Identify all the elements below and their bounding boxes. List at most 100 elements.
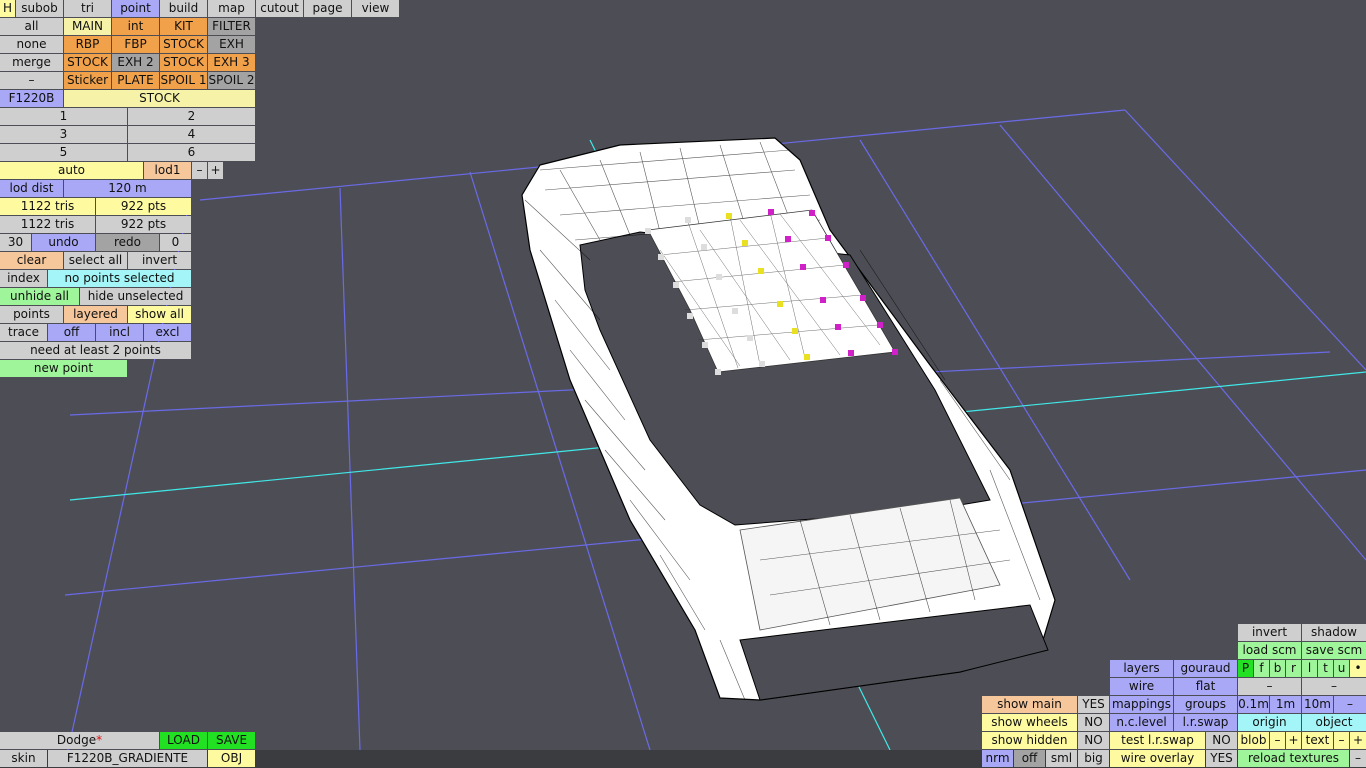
load-button[interactable]: LOAD — [160, 732, 207, 749]
vertex-point[interactable] — [792, 328, 798, 334]
part-exh-3[interactable]: EXH 3 — [208, 54, 255, 71]
part-stock-2[interactable]: STOCK — [64, 54, 111, 71]
part-stock-3[interactable]: STOCK — [160, 54, 207, 71]
vertex-point[interactable] — [759, 361, 765, 367]
vertex-point[interactable] — [835, 324, 841, 330]
vertex-point[interactable] — [777, 301, 783, 307]
part-sticker[interactable]: Sticker — [64, 72, 111, 89]
slot-5-button[interactable]: 5 — [0, 144, 127, 161]
tab-build[interactable]: build — [160, 0, 207, 17]
part-fbp[interactable]: FBP — [112, 36, 159, 53]
object-button[interactable]: object — [1302, 714, 1366, 731]
wire-overlay-button[interactable]: wire overlay — [1110, 750, 1205, 767]
text-button[interactable]: text — [1302, 732, 1333, 749]
slot-6-button[interactable]: 6 — [128, 144, 255, 161]
origin-button[interactable]: origin — [1238, 714, 1301, 731]
vertex-point[interactable] — [685, 217, 691, 223]
select-none-button[interactable]: none — [0, 36, 63, 53]
vertex-point[interactable] — [701, 244, 707, 250]
vertex-point[interactable] — [673, 282, 679, 288]
layered-button[interactable]: layered — [64, 306, 127, 323]
layers-button[interactable]: layers — [1110, 660, 1173, 677]
part-main[interactable]: MAIN — [64, 18, 111, 35]
flag-t[interactable]: t — [1318, 660, 1333, 677]
trace-off-button[interactable]: off — [48, 324, 95, 341]
part-filter[interactable]: FILTER — [208, 18, 255, 35]
show-wheels-button[interactable]: show wheels — [982, 714, 1077, 731]
vertex-point[interactable] — [820, 297, 826, 303]
vertex-point[interactable] — [825, 235, 831, 241]
dash-button-1[interactable]: – — [1238, 678, 1301, 695]
select-all-button[interactable]: all — [0, 18, 63, 35]
vertex-point[interactable] — [726, 213, 732, 219]
skin-value[interactable]: F1220B_GRADIENTE — [48, 750, 207, 767]
flag-f[interactable]: f — [1254, 660, 1269, 677]
dash-button[interactable]: – — [0, 72, 63, 89]
vertex-point[interactable] — [645, 228, 651, 234]
clear-button[interactable]: clear — [0, 252, 63, 269]
part-spoil-2[interactable]: SPOIL 2 — [208, 72, 255, 89]
vertex-point[interactable] — [715, 369, 721, 375]
vertex-point[interactable] — [860, 295, 866, 301]
part-exh-2[interactable]: EXH 2 — [112, 54, 159, 71]
load-scm-button[interactable]: load scm — [1238, 642, 1301, 659]
trace-excl-button[interactable]: excl — [144, 324, 191, 341]
slot-3-button[interactable]: 3 — [0, 126, 127, 143]
view-big-button[interactable]: big — [1078, 750, 1109, 767]
text-plus-button[interactable]: + — [1350, 732, 1366, 749]
vertex-point[interactable] — [804, 354, 810, 360]
gouraud-button[interactable]: gouraud — [1174, 660, 1237, 677]
save-scm-button[interactable]: save scm — [1302, 642, 1366, 659]
test-lr-swap-value[interactable]: NO — [1206, 732, 1237, 749]
slot-2-button[interactable]: 2 — [128, 108, 255, 125]
blob-plus-button[interactable]: + — [1286, 732, 1301, 749]
part-plate[interactable]: PLATE — [112, 72, 159, 89]
flat-button[interactable]: flat — [1174, 678, 1237, 695]
dash-button-2[interactable]: – — [1302, 678, 1366, 695]
mappings-button[interactable]: mappings — [1110, 696, 1173, 713]
lod-dist-value[interactable]: 120 m — [64, 180, 191, 197]
index-button[interactable]: index — [0, 270, 47, 287]
view-off-button[interactable]: off — [1014, 750, 1045, 767]
show-hidden-button[interactable]: show hidden — [982, 732, 1077, 749]
tab-view[interactable]: view — [352, 0, 399, 17]
show-all-button[interactable]: show all — [128, 306, 191, 323]
tab-subob[interactable]: subob — [16, 0, 63, 17]
vertex-point[interactable] — [785, 236, 791, 242]
undo-button[interactable]: undo — [32, 234, 95, 251]
points-button[interactable]: points — [0, 306, 63, 323]
view-sml-button[interactable]: sml — [1046, 750, 1077, 767]
stock-label[interactable]: STOCK — [64, 90, 255, 107]
invert-button[interactable]: invert — [1238, 624, 1301, 641]
tab-page[interactable]: page — [304, 0, 351, 17]
new-point-button[interactable]: new point — [0, 360, 127, 377]
merge-button[interactable]: merge — [0, 54, 63, 71]
nc-level-button[interactable]: n.c.level — [1110, 714, 1173, 731]
vertex-point[interactable] — [658, 254, 664, 260]
reload-textures-minus-button[interactable]: – — [1350, 750, 1366, 767]
show-main-value[interactable]: YES — [1078, 696, 1109, 713]
show-wheels-value[interactable]: NO — [1078, 714, 1109, 731]
invert-selection-button[interactable]: invert — [128, 252, 191, 269]
grid-0-1m-button[interactable]: 0.1m — [1238, 696, 1269, 713]
select-all-points-button[interactable]: select all — [64, 252, 127, 269]
flag-u[interactable]: u — [1334, 660, 1349, 677]
show-hidden-value[interactable]: NO — [1078, 732, 1109, 749]
test-lr-swap-button[interactable]: test l.r.swap — [1110, 732, 1205, 749]
lr-swap-button[interactable]: l.r.swap — [1174, 714, 1237, 731]
slot-4-button[interactable]: 4 — [128, 126, 255, 143]
trace-button[interactable]: trace — [0, 324, 47, 341]
flag-l[interactable]: l — [1302, 660, 1317, 677]
shadow-button[interactable]: shadow — [1302, 624, 1366, 641]
vertex-point[interactable] — [848, 350, 854, 356]
wire-overlay-value[interactable]: YES — [1206, 750, 1237, 767]
redo-button[interactable]: redo — [96, 234, 159, 251]
part-exh[interactable]: EXH — [208, 36, 255, 53]
wire-button[interactable]: wire — [1110, 678, 1173, 695]
part-stock-1[interactable]: STOCK — [160, 36, 207, 53]
vertex-point[interactable] — [747, 335, 753, 341]
text-minus-button[interactable]: – — [1334, 732, 1349, 749]
lod-minus-button[interactable]: – — [192, 162, 207, 179]
vertex-point[interactable] — [687, 313, 693, 319]
slot-1-button[interactable]: 1 — [0, 108, 127, 125]
